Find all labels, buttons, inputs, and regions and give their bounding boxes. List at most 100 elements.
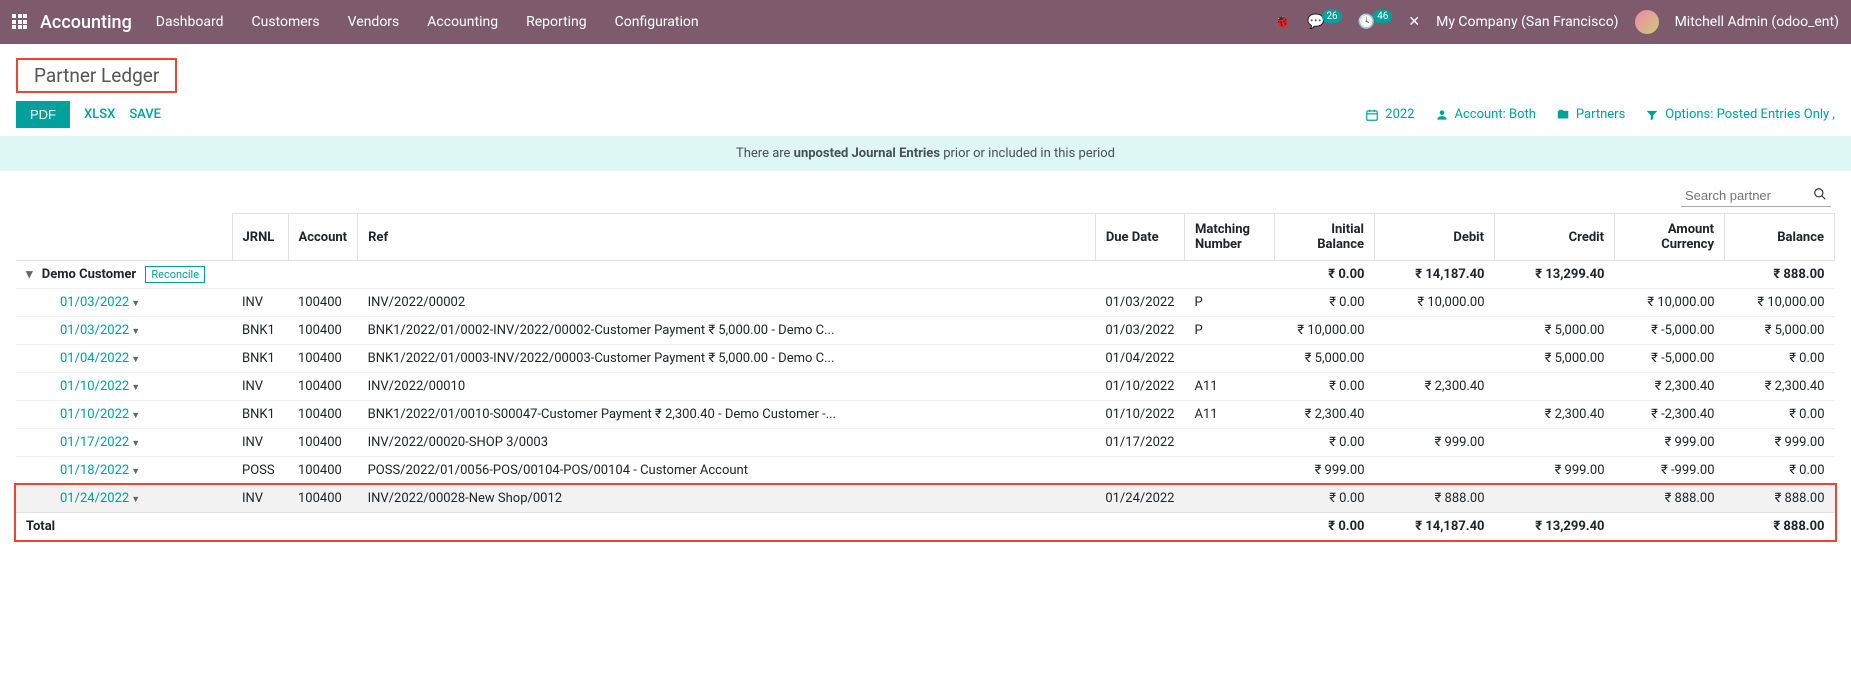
line-account: 100400 xyxy=(288,429,358,457)
user-name[interactable]: Mitchell Admin (odoo_ent) xyxy=(1675,14,1839,30)
col-jrnl[interactable]: JRNL xyxy=(232,214,288,261)
app-brand[interactable]: Accounting xyxy=(40,12,132,33)
menu-configuration[interactable]: Configuration xyxy=(615,14,699,30)
col-credit[interactable]: Credit xyxy=(1495,214,1615,261)
col-debit[interactable]: Debit xyxy=(1375,214,1495,261)
search-icon[interactable] xyxy=(1813,187,1827,205)
total-initial: ₹ 0.00 xyxy=(1275,513,1375,541)
menu-accounting[interactable]: Accounting xyxy=(427,14,498,30)
ledger-line[interactable]: 01/18/2022▼POSS100400POSS/2022/01/0056-P… xyxy=(16,457,1835,485)
line-debit xyxy=(1375,345,1495,373)
messages-icon[interactable]: 💬26 xyxy=(1307,14,1342,30)
line-date[interactable]: 01/03/2022 xyxy=(60,295,129,310)
line-debit: ₹ 10,000.00 xyxy=(1375,289,1495,317)
ledger-line[interactable]: 01/04/2022▼BNK1100400BNK1/2022/01/0003-I… xyxy=(16,345,1835,373)
col-match[interactable]: Matching Number xyxy=(1185,214,1275,261)
pdf-button[interactable]: PDF xyxy=(16,101,70,128)
caret-down-icon[interactable]: ▾ xyxy=(26,267,33,282)
ledger-line[interactable]: 01/10/2022▼BNK1100400BNK1/2022/01/0010-S… xyxy=(16,401,1835,429)
caret-down-icon[interactable]: ▼ xyxy=(131,411,140,421)
header-row: JRNL Account Ref Due Date Matching Numbe… xyxy=(16,214,1835,261)
filter-partners[interactable]: Partners xyxy=(1556,107,1625,122)
line-match xyxy=(1185,345,1275,373)
debug-icon[interactable]: 🐞 xyxy=(1274,14,1291,30)
line-jrnl: INV xyxy=(232,429,288,457)
ledger-line[interactable]: 01/03/2022▼INV100400INV/2022/0000201/03/… xyxy=(16,289,1835,317)
nav-right: 🐞 💬26 🕓46 ✕ My Company (San Francisco) M… xyxy=(1274,10,1839,34)
line-credit: ₹ 999.00 xyxy=(1495,457,1615,485)
line-date[interactable]: 01/03/2022 xyxy=(60,323,129,338)
save-button[interactable]: SAVE xyxy=(129,107,161,122)
line-match: P xyxy=(1185,289,1275,317)
line-due: 01/03/2022 xyxy=(1095,289,1184,317)
total-label: Total xyxy=(16,513,1275,541)
menu-customers[interactable]: Customers xyxy=(252,14,320,30)
line-date[interactable]: 01/17/2022 xyxy=(60,435,129,450)
line-amtcur: ₹ 999.00 xyxy=(1615,429,1725,457)
col-due[interactable]: Due Date xyxy=(1095,214,1184,261)
filter-partners-label: Partners xyxy=(1576,107,1625,122)
total-debit: ₹ 14,187.40 xyxy=(1375,513,1495,541)
partner-row[interactable]: ▾ Demo Customer Reconcile ₹ 0.00 ₹ 14,18… xyxy=(16,261,1835,289)
menu-reporting[interactable]: Reporting xyxy=(526,14,587,30)
line-amtcur: ₹ -2,300.40 xyxy=(1615,401,1725,429)
tools-icon[interactable]: ✕ xyxy=(1408,14,1420,30)
apps-icon[interactable] xyxy=(12,14,28,30)
line-amtcur: ₹ -999.00 xyxy=(1615,457,1725,485)
line-debit xyxy=(1375,457,1495,485)
col-account[interactable]: Account xyxy=(288,214,358,261)
search-area xyxy=(0,171,1851,213)
menu-dashboard[interactable]: Dashboard xyxy=(156,14,224,30)
filter-account[interactable]: Account: Both xyxy=(1435,107,1536,122)
caret-down-icon[interactable]: ▼ xyxy=(131,355,140,365)
caret-down-icon[interactable]: ▼ xyxy=(131,467,140,477)
xlsx-button[interactable]: XLSX xyxy=(84,107,115,122)
company-switcher[interactable]: My Company (San Francisco) xyxy=(1436,14,1618,30)
filter-date[interactable]: 2022 xyxy=(1365,107,1414,122)
caret-down-icon[interactable]: ▼ xyxy=(131,439,140,449)
ledger-line[interactable]: 01/10/2022▼INV100400INV/2022/0001001/10/… xyxy=(16,373,1835,401)
line-date[interactable]: 01/10/2022 xyxy=(60,407,129,422)
avatar[interactable] xyxy=(1635,10,1659,34)
line-amtcur: ₹ 10,000.00 xyxy=(1615,289,1725,317)
ledger-line[interactable]: 01/17/2022▼INV100400INV/2022/00020-SHOP … xyxy=(16,429,1835,457)
line-amtcur: ₹ 888.00 xyxy=(1615,485,1725,513)
line-account: 100400 xyxy=(288,345,358,373)
col-initial[interactable]: Initial Balance xyxy=(1275,214,1375,261)
ledger-line[interactable]: 01/24/2022▼INV100400INV/2022/00028-New S… xyxy=(16,485,1835,513)
line-balance: ₹ 0.00 xyxy=(1725,401,1835,429)
col-ref[interactable]: Ref xyxy=(358,214,1096,261)
line-ref: INV/2022/00002 xyxy=(358,289,1096,317)
line-amtcur: ₹ -5,000.00 xyxy=(1615,345,1725,373)
col-balance[interactable]: Balance xyxy=(1725,214,1835,261)
caret-down-icon[interactable]: ▼ xyxy=(131,299,140,309)
filter-options[interactable]: Options: Posted Entries Only , xyxy=(1645,107,1835,122)
line-due: 01/03/2022 xyxy=(1095,317,1184,345)
menu-vendors[interactable]: Vendors xyxy=(348,14,400,30)
ledger-line[interactable]: 01/03/2022▼BNK1100400BNK1/2022/01/0002-I… xyxy=(16,317,1835,345)
col-amtcur[interactable]: Amount Currency xyxy=(1615,214,1725,261)
line-debit xyxy=(1375,401,1495,429)
line-jrnl: BNK1 xyxy=(232,401,288,429)
line-date[interactable]: 01/10/2022 xyxy=(60,379,129,394)
caret-down-icon[interactable]: ▼ xyxy=(131,327,140,337)
line-credit xyxy=(1495,485,1615,513)
line-amtcur: ₹ -5,000.00 xyxy=(1615,317,1725,345)
caret-down-icon[interactable]: ▼ xyxy=(131,495,140,505)
line-ref: INV/2022/00010 xyxy=(358,373,1096,401)
partner-credit: ₹ 13,299.40 xyxy=(1495,261,1615,289)
messages-badge: 26 xyxy=(1322,10,1341,23)
partner-debit: ₹ 14,187.40 xyxy=(1375,261,1495,289)
line-date[interactable]: 01/18/2022 xyxy=(60,463,129,478)
reconcile-button[interactable]: Reconcile xyxy=(145,266,205,283)
line-credit xyxy=(1495,373,1615,401)
activities-icon[interactable]: 🕓46 xyxy=(1358,14,1393,30)
caret-down-icon[interactable]: ▼ xyxy=(131,383,140,393)
search-input[interactable] xyxy=(1681,185,1831,207)
line-due: 01/24/2022 xyxy=(1095,485,1184,513)
line-jrnl: INV xyxy=(232,373,288,401)
ledger-table: JRNL Account Ref Due Date Matching Numbe… xyxy=(16,213,1835,540)
partner-balance: ₹ 888.00 xyxy=(1725,261,1835,289)
line-date[interactable]: 01/04/2022 xyxy=(60,351,129,366)
line-date[interactable]: 01/24/2022 xyxy=(60,491,129,506)
